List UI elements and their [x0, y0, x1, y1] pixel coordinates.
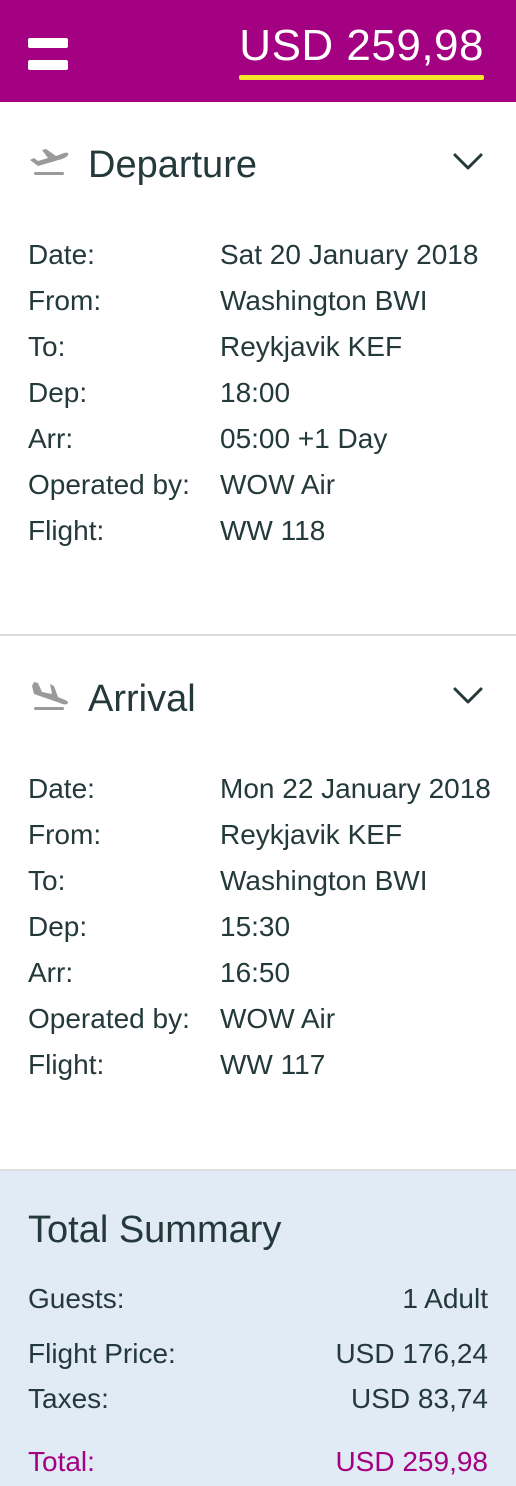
- departure-row-flight: Flight: WW 118: [28, 508, 498, 554]
- arrival-row-date: Date: Mon 22 January 2018: [28, 766, 498, 812]
- row-value: 15:30: [220, 911, 291, 942]
- top-bar: USD 259,98: [0, 0, 516, 102]
- row-value: Mon 22 January 2018: [220, 773, 491, 804]
- summary-row-taxes: Taxes: USD 83,74: [28, 1381, 488, 1417]
- row-value: WOW Air: [220, 469, 336, 500]
- departure-header[interactable]: Departure: [0, 102, 516, 222]
- summary-title: Total Summary: [28, 1209, 282, 1251]
- arrival-header[interactable]: Arrival: [0, 636, 516, 756]
- plane-takeoff-icon: [30, 149, 69, 175]
- row-label: To:: [28, 865, 66, 896]
- arrival-section: Arrival Date: Mon 22 January 2018 From: …: [0, 636, 516, 1171]
- departure-section: Departure Date: Sat 20 January 2018 From…: [0, 102, 516, 636]
- arrival-row-from: From: Reykjavik KEF: [28, 812, 498, 858]
- guests-label: Guests:: [28, 1283, 125, 1314]
- arrival-details: Date: Mon 22 January 2018 From: Reykjavi…: [28, 766, 498, 1088]
- summary-row-total: Total: USD 259,98: [28, 1444, 488, 1480]
- arrival-row-to: To: Washington BWI: [28, 858, 498, 904]
- row-value: Reykjavik KEF: [220, 331, 403, 362]
- row-label: Date:: [28, 239, 95, 270]
- row-value: WW 118: [220, 515, 326, 546]
- row-label: To:: [28, 331, 66, 362]
- row-value: 16:50: [220, 957, 291, 988]
- summary-row-guests: Guests: 1 Adult: [28, 1281, 488, 1317]
- departure-row-to: To: Reykjavik KEF: [28, 324, 498, 370]
- chevron-down-icon[interactable]: [452, 686, 484, 706]
- row-label: Flight:: [28, 515, 105, 546]
- summary-row-flight-price: Flight Price: USD 176,24: [28, 1336, 488, 1372]
- row-value: Reykjavik KEF: [220, 819, 403, 850]
- taxes-value: USD 83,74: [351, 1383, 488, 1414]
- row-label: Arr:: [28, 423, 74, 454]
- departure-details: Date: Sat 20 January 2018 From: Washingt…: [28, 232, 498, 554]
- row-value: Sat 20 January 2018: [220, 239, 479, 270]
- arrival-row-arr: Arr: 16:50: [28, 950, 498, 996]
- row-value: 18:00: [220, 377, 291, 408]
- departure-row-arr: Arr: 05:00 +1 Day: [28, 416, 498, 462]
- departure-row-from: From: Washington BWI: [28, 278, 498, 324]
- total-label: Total:: [28, 1446, 95, 1477]
- arrival-title: Arrival: [88, 678, 196, 720]
- row-label: Operated by:: [28, 469, 190, 500]
- departure-row-dep: Dep: 18:00: [28, 370, 498, 416]
- header-price-text: USD 259,98: [239, 21, 484, 70]
- total-value: USD 259,98: [335, 1446, 488, 1477]
- header-total-price[interactable]: USD 259,98: [239, 20, 484, 80]
- hamburger-menu-icon[interactable]: [28, 38, 68, 72]
- arrival-row-dep: Dep: 15:30: [28, 904, 498, 950]
- menu-bar-bottom: [28, 60, 68, 70]
- departure-row-date: Date: Sat 20 January 2018: [28, 232, 498, 278]
- departure-title: Departure: [88, 144, 257, 186]
- row-label: Flight:: [28, 1049, 105, 1080]
- row-label: From:: [28, 285, 102, 316]
- arrival-row-operator: Operated by: WOW Air: [28, 996, 498, 1042]
- row-label: Arr:: [28, 957, 74, 988]
- row-label: Dep:: [28, 911, 88, 942]
- row-value: WOW Air: [220, 1003, 336, 1034]
- flight-price-label: Flight Price:: [28, 1338, 176, 1369]
- plane-landing-icon: [32, 682, 69, 710]
- row-label: Dep:: [28, 377, 88, 408]
- arrival-row-flight: Flight: WW 117: [28, 1042, 498, 1088]
- flight-price-value: USD 176,24: [335, 1338, 488, 1369]
- row-value: Washington BWI: [220, 285, 428, 316]
- chevron-down-icon[interactable]: [452, 152, 484, 172]
- taxes-label: Taxes:: [28, 1383, 109, 1414]
- row-label: Operated by:: [28, 1003, 190, 1034]
- row-value: 05:00 +1 Day: [220, 423, 388, 454]
- guests-value: 1 Adult: [402, 1283, 488, 1314]
- row-value: Washington BWI: [220, 865, 428, 896]
- row-value: WW 117: [220, 1049, 326, 1080]
- row-label: Date:: [28, 773, 95, 804]
- menu-bar-top: [28, 38, 68, 48]
- price-underline: [239, 75, 484, 80]
- total-summary-panel: Total Summary Guests: 1 Adult Flight Pri…: [0, 1171, 516, 1486]
- row-label: From:: [28, 819, 102, 850]
- departure-row-operator: Operated by: WOW Air: [28, 462, 498, 508]
